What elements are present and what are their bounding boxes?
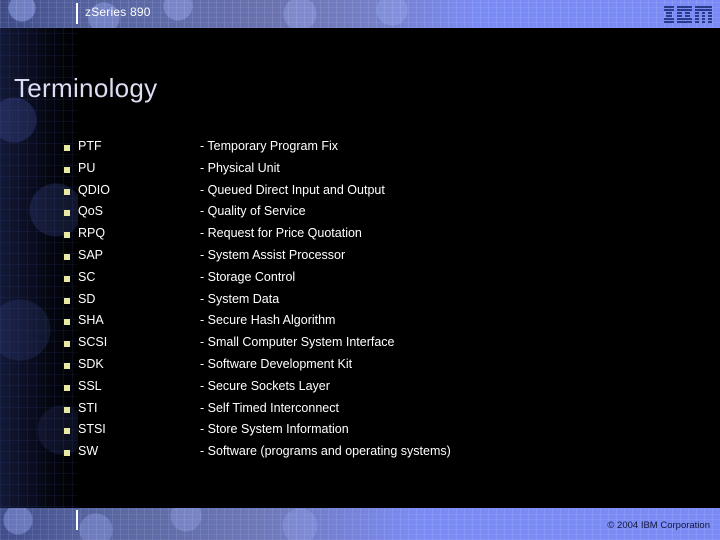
bullet-square-icon [64, 428, 70, 435]
bullet-square-icon [64, 166, 70, 173]
term-definition: - Software Development Kit [200, 356, 353, 371]
bullet-square-icon [64, 145, 70, 151]
term-abbreviation: PTF [78, 139, 102, 153]
header-divider-tick [76, 3, 78, 24]
header-band: zSeries 890 [0, 0, 720, 28]
term-definition: - Physical Unit [200, 160, 280, 175]
list-item: SW - Software (programs and operating sys… [0, 444, 720, 466]
presentation-slide: zSeries 890 Terminology PTF - Temporary … [0, 0, 720, 540]
term-definition: - Store System Information [200, 422, 349, 437]
term-abbreviation: SAP [78, 247, 104, 262]
list-item: SAP - System Assist Processor [0, 248, 720, 270]
bullet-square-icon [64, 384, 70, 391]
bullet-square-icon [64, 188, 70, 195]
copyright-notice: © 2004 IBM Corporation [607, 520, 710, 531]
term-abbreviation: SD [78, 291, 96, 306]
term-abbreviation: QDIO [78, 182, 110, 197]
list-item: SD - System Data [0, 292, 720, 314]
term-abbreviation: SCSI [78, 335, 108, 350]
list-item: STSI - Store System Information [0, 422, 720, 444]
term-definition: - Storage Control [200, 269, 296, 284]
term-abbreviation: STSI [78, 422, 106, 437]
list-item: QDIO - Queued Direct Input and Output [0, 183, 720, 205]
term-definition: - Temporary Program Fix [200, 139, 338, 153]
term-abbreviation: SC [78, 269, 96, 284]
list-item: SSL - Secure Sockets Layer [0, 379, 720, 401]
header-title: zSeries 890 [85, 5, 151, 19]
list-item: PTF - Temporary Program Fix [0, 139, 720, 161]
term-abbreviation: STI [78, 400, 98, 415]
ibm-logo [664, 6, 712, 23]
bullet-square-icon [64, 450, 70, 457]
term-definition: - Software (programs and operating syste… [200, 444, 451, 459]
bullet-square-icon [64, 319, 70, 326]
page-title: Terminology [14, 73, 158, 103]
term-abbreviation: SW [78, 444, 99, 459]
term-definition: - System Data [200, 291, 280, 306]
term-abbreviation: QoS [78, 204, 104, 219]
bullet-square-icon [64, 232, 70, 239]
term-definition: - Queued Direct Input and Output [200, 182, 385, 197]
bullet-square-icon [64, 275, 70, 282]
bullet-square-icon [64, 253, 70, 260]
bullet-square-icon [64, 341, 70, 348]
list-item: SC - Storage Control [0, 270, 720, 292]
term-definition: - Small Computer System Interface [200, 335, 395, 350]
bullet-square-icon [64, 297, 70, 304]
term-definition: - Self Timed Interconnect [200, 400, 339, 415]
list-item: STI - Self Timed Interconnect [0, 401, 720, 423]
term-definition: - Quality of Service [200, 204, 306, 219]
term-definition: - Secure Hash Algorithm [200, 313, 336, 328]
bullet-square-icon [64, 210, 70, 217]
list-item: SHA - Secure Hash Algorithm [0, 313, 720, 335]
list-item: SCSI - Small Computer System Interface [0, 335, 720, 357]
bullet-square-icon [64, 362, 70, 369]
terminology-list: PTF - Temporary Program Fix PU - Physical U… [0, 139, 720, 466]
term-abbreviation: RPQ [78, 226, 106, 241]
term-definition: - Request for Price Quotation [200, 226, 362, 241]
bullet-square-icon [64, 406, 70, 413]
term-abbreviation: SSL [78, 378, 102, 393]
term-abbreviation: PU [78, 160, 96, 175]
footer-band: © 2004 IBM Corporation [0, 508, 720, 540]
term-abbreviation: SDK [78, 356, 104, 371]
list-item: PU - Physical Unit [0, 161, 720, 183]
term-definition: - System Assist Processor [200, 247, 346, 262]
term-abbreviation: SHA [78, 313, 104, 328]
list-item: SDK - Software Development Kit [0, 357, 720, 379]
list-item: RPQ - Request for Price Quotation [0, 226, 720, 248]
list-item: QoS - Quality of Service [0, 204, 720, 226]
term-definition: - Secure Sockets Layer [200, 378, 330, 393]
footer-divider-tick [76, 510, 78, 530]
